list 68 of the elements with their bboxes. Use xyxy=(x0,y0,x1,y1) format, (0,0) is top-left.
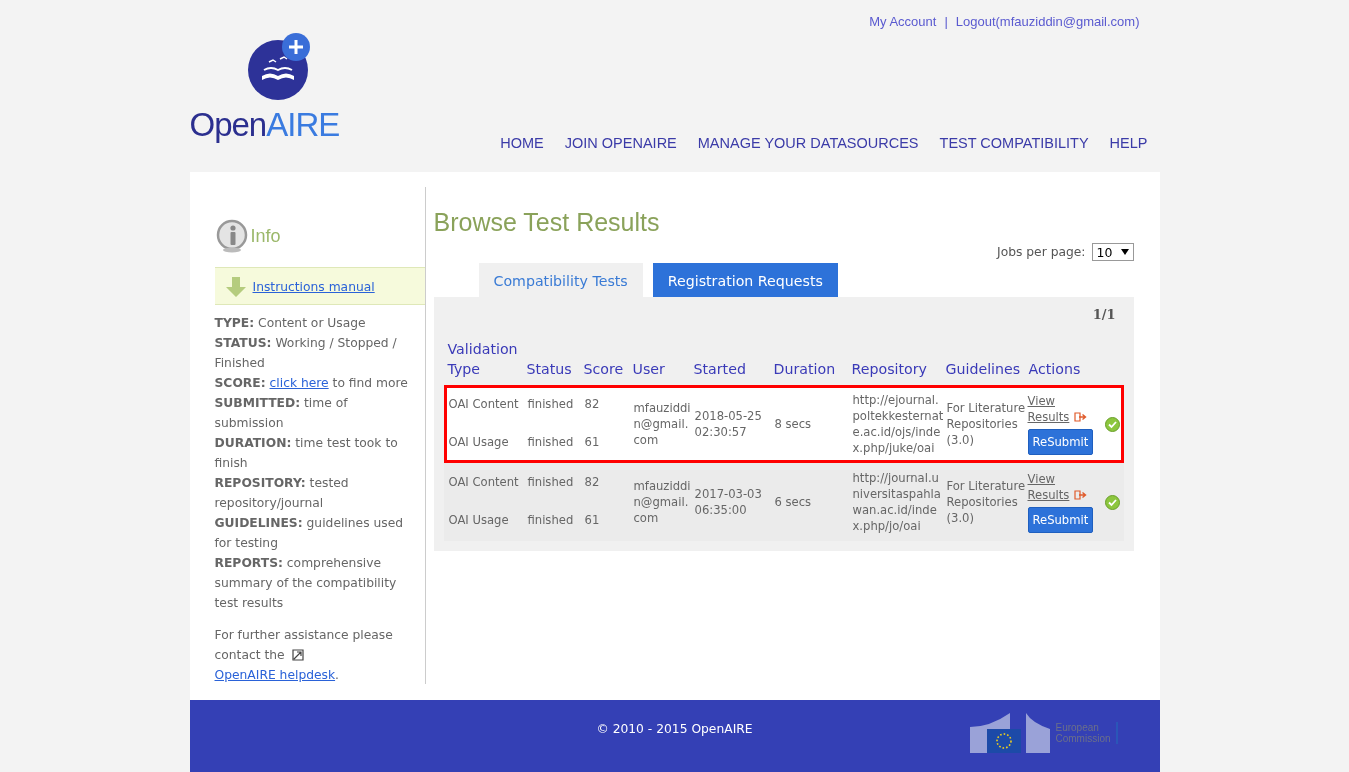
table-cell-text: finished xyxy=(527,474,575,490)
down-arrow-icon xyxy=(224,276,247,298)
table-cell-text: 2017-03-03 06:35:00 xyxy=(693,486,763,518)
check-icon xyxy=(1104,416,1120,432)
table-cell-text: For Literature Repositories (3.0) xyxy=(945,400,1027,448)
table-cell-text: 2018-05-25 02:30:57 xyxy=(693,408,763,440)
table-cell-text: 61 xyxy=(584,512,601,528)
logo-text: OpenAIRE xyxy=(189,108,340,141)
nav-link[interactable]: HOME xyxy=(500,135,544,151)
jobs-label: Jobs per page: xyxy=(997,245,1086,259)
separator: | xyxy=(944,14,948,29)
info-icon xyxy=(214,219,249,253)
column-header: Repository xyxy=(850,360,928,379)
table-cell-text: 6 secs xyxy=(773,494,813,510)
resubmit-button[interactable]: ReSubmit xyxy=(1027,507,1094,533)
column-header: Validation Type xyxy=(446,340,519,379)
manual-link[interactable]: Instructions manual xyxy=(252,277,375,297)
page-title: Browse Test Results xyxy=(433,208,661,237)
resubmit-button[interactable]: ReSubmit xyxy=(1027,429,1094,455)
score-link[interactable]: click here xyxy=(269,376,329,390)
table-cell-text: finished xyxy=(527,512,575,528)
table-cell-text: http://journal.universitaspahlawan.ac.id/index.php/jo/oai xyxy=(851,470,942,534)
caret-icon xyxy=(1120,249,1129,255)
column-header: Actions xyxy=(1027,360,1082,379)
tab[interactable]: Compatibility Tests xyxy=(478,263,643,297)
logo-icon xyxy=(247,33,310,100)
table-cell-text: http://ejournal.poltekkesternate.ac.id/ojs/index.php/juke/oai xyxy=(851,392,945,456)
arrow-icon xyxy=(1073,412,1087,422)
column-header: Started xyxy=(692,360,747,379)
definition-text: TYPE: Content or Usage xyxy=(214,315,367,332)
view-results-link[interactable]: View Results xyxy=(1027,471,1088,503)
nav-link[interactable]: HELP xyxy=(1109,135,1148,151)
table-cell-text: For Literature Repositories (3.0) xyxy=(945,478,1027,526)
table-cell-text: OAI Content xyxy=(448,474,520,490)
column-header: Duration xyxy=(772,360,837,379)
table-cell-text: mfauziddin@gmail.com xyxy=(632,400,692,448)
commission-logo-icon xyxy=(969,713,1052,753)
copyright-text: © 2010 - 2015 OpenAIRE xyxy=(596,722,753,736)
definition-text: SCORE: click here to find more xyxy=(214,375,409,392)
info-title: Info xyxy=(250,226,281,246)
external-link-icon xyxy=(291,649,304,661)
tab[interactable]: Registration Requests xyxy=(652,263,838,297)
jobs-select[interactable]: 10 xyxy=(1091,243,1134,261)
nav-link[interactable]: TEST COMPATIBILITY xyxy=(939,135,1089,151)
column-header: Score xyxy=(582,360,625,379)
arrow-icon xyxy=(1073,490,1087,500)
table-cell-text: finished xyxy=(527,396,575,412)
table-cell-text: 82 xyxy=(584,474,601,490)
column-header: Guidelines xyxy=(944,360,1022,379)
account-link[interactable]: My Account xyxy=(869,14,937,29)
table-cell-text: OAI Content xyxy=(448,396,520,412)
table-cell-text: 8 secs xyxy=(773,416,813,432)
view-results-link[interactable]: View Results xyxy=(1027,393,1088,425)
table-cell-text: OAI Usage xyxy=(448,512,510,528)
table-cell-text: finished xyxy=(527,434,575,450)
account-link[interactable]: Logout(mfauziddin@gmail.com) xyxy=(955,14,1140,29)
nav-link[interactable]: MANAGE YOUR DATASOURCES xyxy=(697,135,919,151)
nav-link[interactable]: JOIN OPENAIRE xyxy=(564,135,677,151)
table-cell-text: mfauziddin@gmail.com xyxy=(632,478,692,526)
assistance-text: For further assistance please contact the OpenAIRE helpdesk. xyxy=(214,627,394,684)
table-cell-text: 61 xyxy=(584,434,601,450)
column-header: Status xyxy=(525,360,573,379)
table-cell-text: 82 xyxy=(584,396,601,412)
table-cell-text: OAI Usage xyxy=(448,434,510,450)
definition-text: REPORTS: comprehensive summary of the compatibility test results xyxy=(214,555,398,612)
column-header: User xyxy=(631,360,666,379)
check-icon xyxy=(1104,494,1120,510)
pagination: 1/1 xyxy=(1091,307,1117,324)
